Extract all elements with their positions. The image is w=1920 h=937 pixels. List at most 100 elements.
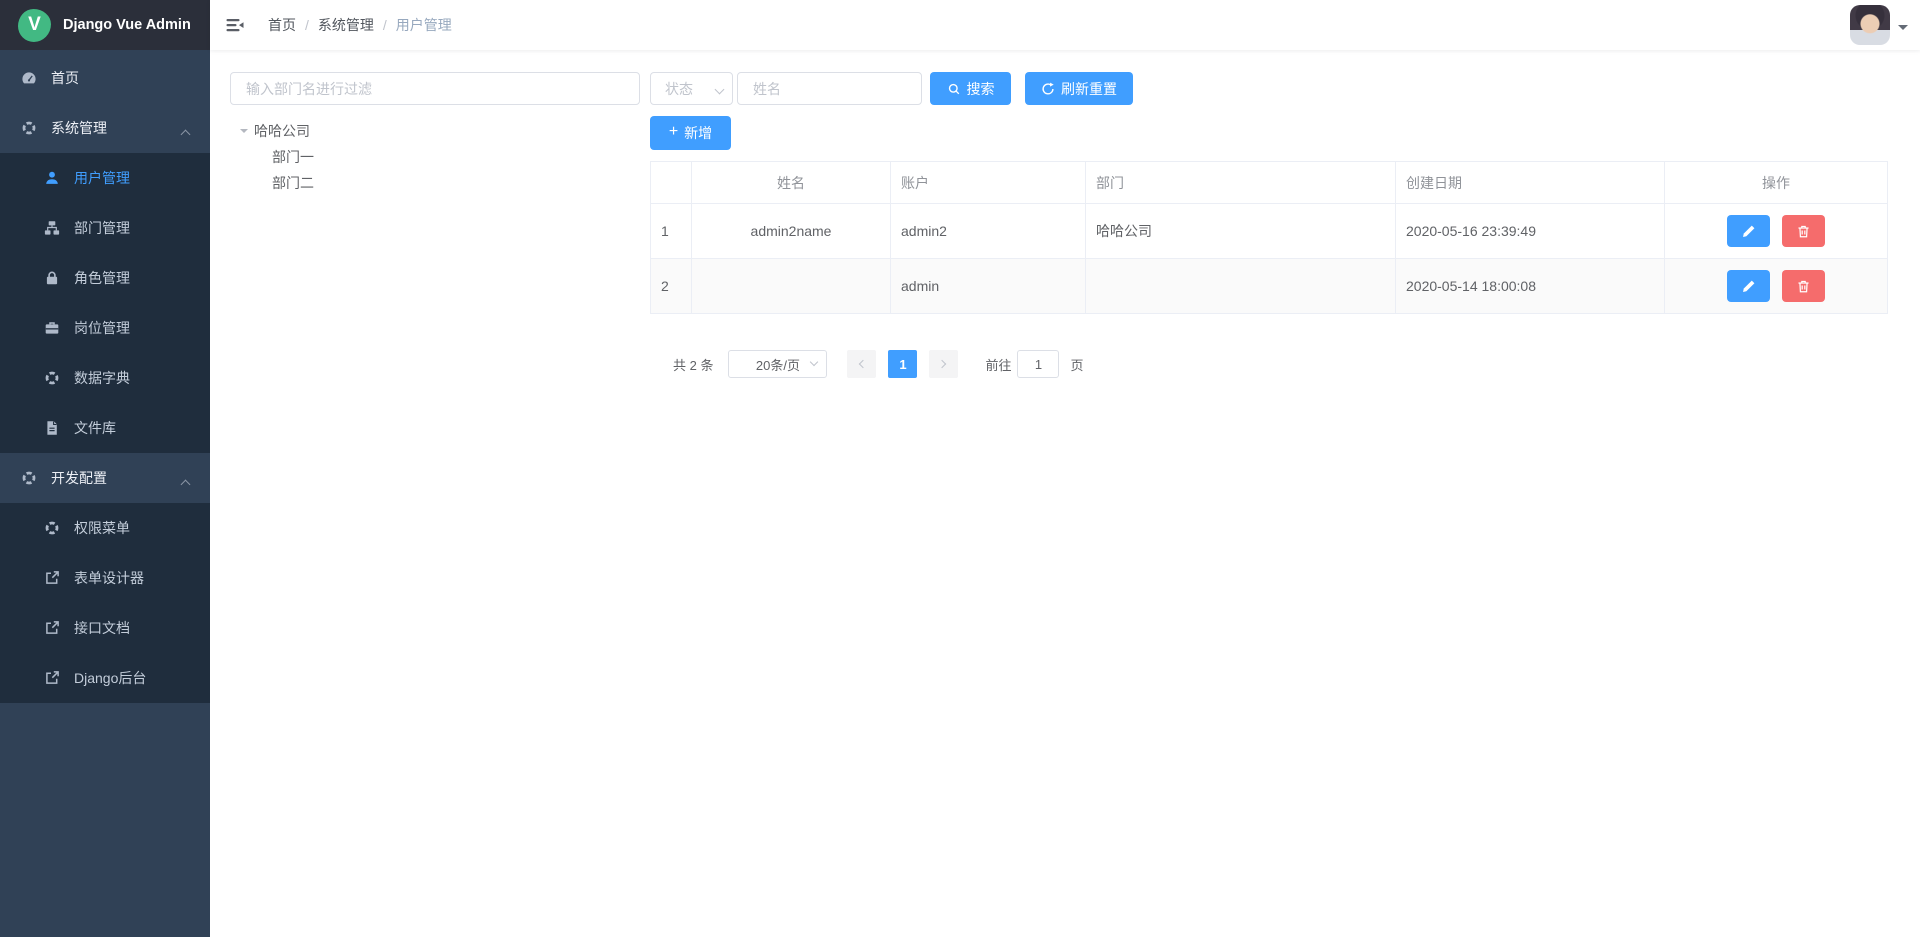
sidebar-item-file-library[interactable]: 文件库 xyxy=(0,403,210,453)
navbar: 首页 / 系统管理 / 用户管理 xyxy=(210,0,1920,50)
search-button[interactable]: 搜索 xyxy=(930,72,1011,105)
app-root: V Django Vue Admin 首页 系统管理 xyxy=(0,0,1920,937)
sidebar-group-dev-config[interactable]: 开发配置 xyxy=(0,453,210,503)
users-table: 姓名 账户 部门 创建日期 操作 1 admin2name admin2 哈哈公 xyxy=(650,161,1888,314)
logo-link[interactable]: V Django Vue Admin xyxy=(0,0,210,50)
chevron-down-icon xyxy=(810,358,818,366)
tree-node-label: 部门一 xyxy=(272,147,314,167)
cell-actions xyxy=(1665,259,1888,314)
app-title: Django Vue Admin xyxy=(63,17,191,33)
cell-name: admin2name xyxy=(692,204,891,259)
cell-department: 哈哈公司 xyxy=(1086,204,1396,259)
sidebar-item-data-dictionary[interactable]: 数据字典 xyxy=(0,353,210,403)
column-header-index xyxy=(651,162,692,204)
hamburger-icon xyxy=(225,15,245,35)
cell-created-date: 2020-05-16 23:39:49 xyxy=(1396,204,1665,259)
search-toolbar: 状态 搜索 刷新重置 xyxy=(650,72,1888,105)
tree-node-label: 哈哈公司 xyxy=(254,121,310,141)
sidebar-item-department-management[interactable]: 部门管理 xyxy=(0,203,210,253)
sidebar-group-system[interactable]: 系统管理 xyxy=(0,103,210,153)
cell-department xyxy=(1086,259,1396,314)
add-button-label: 新增 xyxy=(684,123,712,143)
submenu-dev-config: 权限菜单 表单设计器 接口文档 xyxy=(0,503,210,703)
org-tree-icon xyxy=(44,220,60,236)
sidebar-item-post-management[interactable]: 岗位管理 xyxy=(0,303,210,353)
page-unit-label: 页 xyxy=(1070,355,1083,374)
user-icon xyxy=(44,170,60,186)
caret-down-icon[interactable] xyxy=(1898,25,1908,35)
chevron-right-icon xyxy=(938,360,946,368)
status-select-placeholder: 状态 xyxy=(665,79,693,99)
briefcase-icon xyxy=(44,320,60,336)
breadcrumb: 首页 / 系统管理 / 用户管理 xyxy=(268,15,452,35)
cell-actions xyxy=(1665,204,1888,259)
sidebar-group-label: 开发配置 xyxy=(51,468,107,488)
page-number-button[interactable]: 1 xyxy=(888,350,917,378)
sidebar-item-home[interactable]: 首页 xyxy=(0,53,210,103)
sidebar-item-label: 首页 xyxy=(51,68,79,88)
component-icon xyxy=(21,120,37,136)
breadcrumb-home[interactable]: 首页 xyxy=(268,15,296,35)
sidebar-collapse-toggle[interactable] xyxy=(210,0,260,50)
reset-button-label: 刷新重置 xyxy=(1061,79,1117,99)
dict-icon xyxy=(44,370,60,386)
department-filter-input[interactable] xyxy=(230,72,640,105)
edit-button[interactable] xyxy=(1727,270,1770,302)
sidebar-item-label: 文件库 xyxy=(74,418,116,438)
navbar-right xyxy=(1850,0,1908,50)
tree-node-label: 部门二 xyxy=(272,173,314,193)
page-size-select[interactable]: 20条/页 xyxy=(728,350,827,378)
pagination-total: 共 2 条 xyxy=(673,355,713,374)
sidebar-menu: 首页 系统管理 用户管理 xyxy=(0,50,210,703)
chevron-left-icon xyxy=(859,360,867,368)
page-size-value: 20条/页 xyxy=(756,355,800,374)
edit-icon xyxy=(1741,279,1756,294)
sidebar-item-form-designer[interactable]: 表单设计器 xyxy=(0,553,210,603)
prev-page-button[interactable] xyxy=(847,350,876,378)
component-icon xyxy=(21,470,37,486)
add-user-button[interactable]: + 新增 xyxy=(650,116,731,150)
sidebar-item-label: Django后台 xyxy=(74,668,146,688)
refresh-reset-button[interactable]: 刷新重置 xyxy=(1025,72,1133,105)
goto-label: 前往 xyxy=(985,355,1011,374)
tree-node-dept-1[interactable]: 部门一 xyxy=(230,144,640,170)
sidebar-item-label: 部门管理 xyxy=(74,218,130,238)
delete-icon xyxy=(1796,279,1811,294)
goto-page-input[interactable] xyxy=(1017,350,1059,378)
sidebar-item-permission-menu[interactable]: 权限菜单 xyxy=(0,503,210,553)
tree-node-company[interactable]: 哈哈公司 xyxy=(230,118,640,144)
dashboard-icon xyxy=(21,70,37,86)
chevron-up-icon xyxy=(182,125,189,141)
delete-button[interactable] xyxy=(1782,270,1825,302)
tree-expand-caret-icon[interactable] xyxy=(240,129,248,137)
breadcrumb-system-management[interactable]: 系统管理 xyxy=(318,15,374,35)
page-content: 哈哈公司 部门一 部门二 状态 xyxy=(210,50,1920,378)
breadcrumb-current: 用户管理 xyxy=(396,15,452,35)
permission-icon xyxy=(44,520,60,536)
column-header-department: 部门 xyxy=(1086,162,1396,204)
external-link-icon xyxy=(44,670,60,686)
name-input[interactable] xyxy=(737,72,922,105)
column-header-created-date: 创建日期 xyxy=(1396,162,1665,204)
sidebar-item-label: 岗位管理 xyxy=(74,318,130,338)
tree-node-dept-2[interactable]: 部门二 xyxy=(230,170,640,196)
sidebar-item-django-admin[interactable]: Django后台 xyxy=(0,653,210,703)
chevron-up-icon xyxy=(182,475,189,491)
edit-icon xyxy=(1741,224,1756,239)
sidebar-item-label: 数据字典 xyxy=(74,368,130,388)
next-page-button[interactable] xyxy=(929,350,958,378)
edit-button[interactable] xyxy=(1727,215,1770,247)
avatar[interactable] xyxy=(1850,5,1890,45)
sidebar-item-user-management[interactable]: 用户管理 xyxy=(0,153,210,203)
sidebar-item-role-management[interactable]: 角色管理 xyxy=(0,253,210,303)
sidebar-item-label: 角色管理 xyxy=(74,268,130,288)
column-header-actions: 操作 xyxy=(1665,162,1888,204)
delete-button[interactable] xyxy=(1782,215,1825,247)
breadcrumb-separator: / xyxy=(305,17,309,33)
status-select[interactable]: 状态 xyxy=(650,72,733,105)
department-tree: 哈哈公司 部门一 部门二 xyxy=(230,118,640,196)
sidebar-group-label: 系统管理 xyxy=(51,118,107,138)
chevron-down-icon xyxy=(715,85,725,95)
sidebar-item-api-docs[interactable]: 接口文档 xyxy=(0,603,210,653)
breadcrumb-separator: / xyxy=(383,17,387,33)
